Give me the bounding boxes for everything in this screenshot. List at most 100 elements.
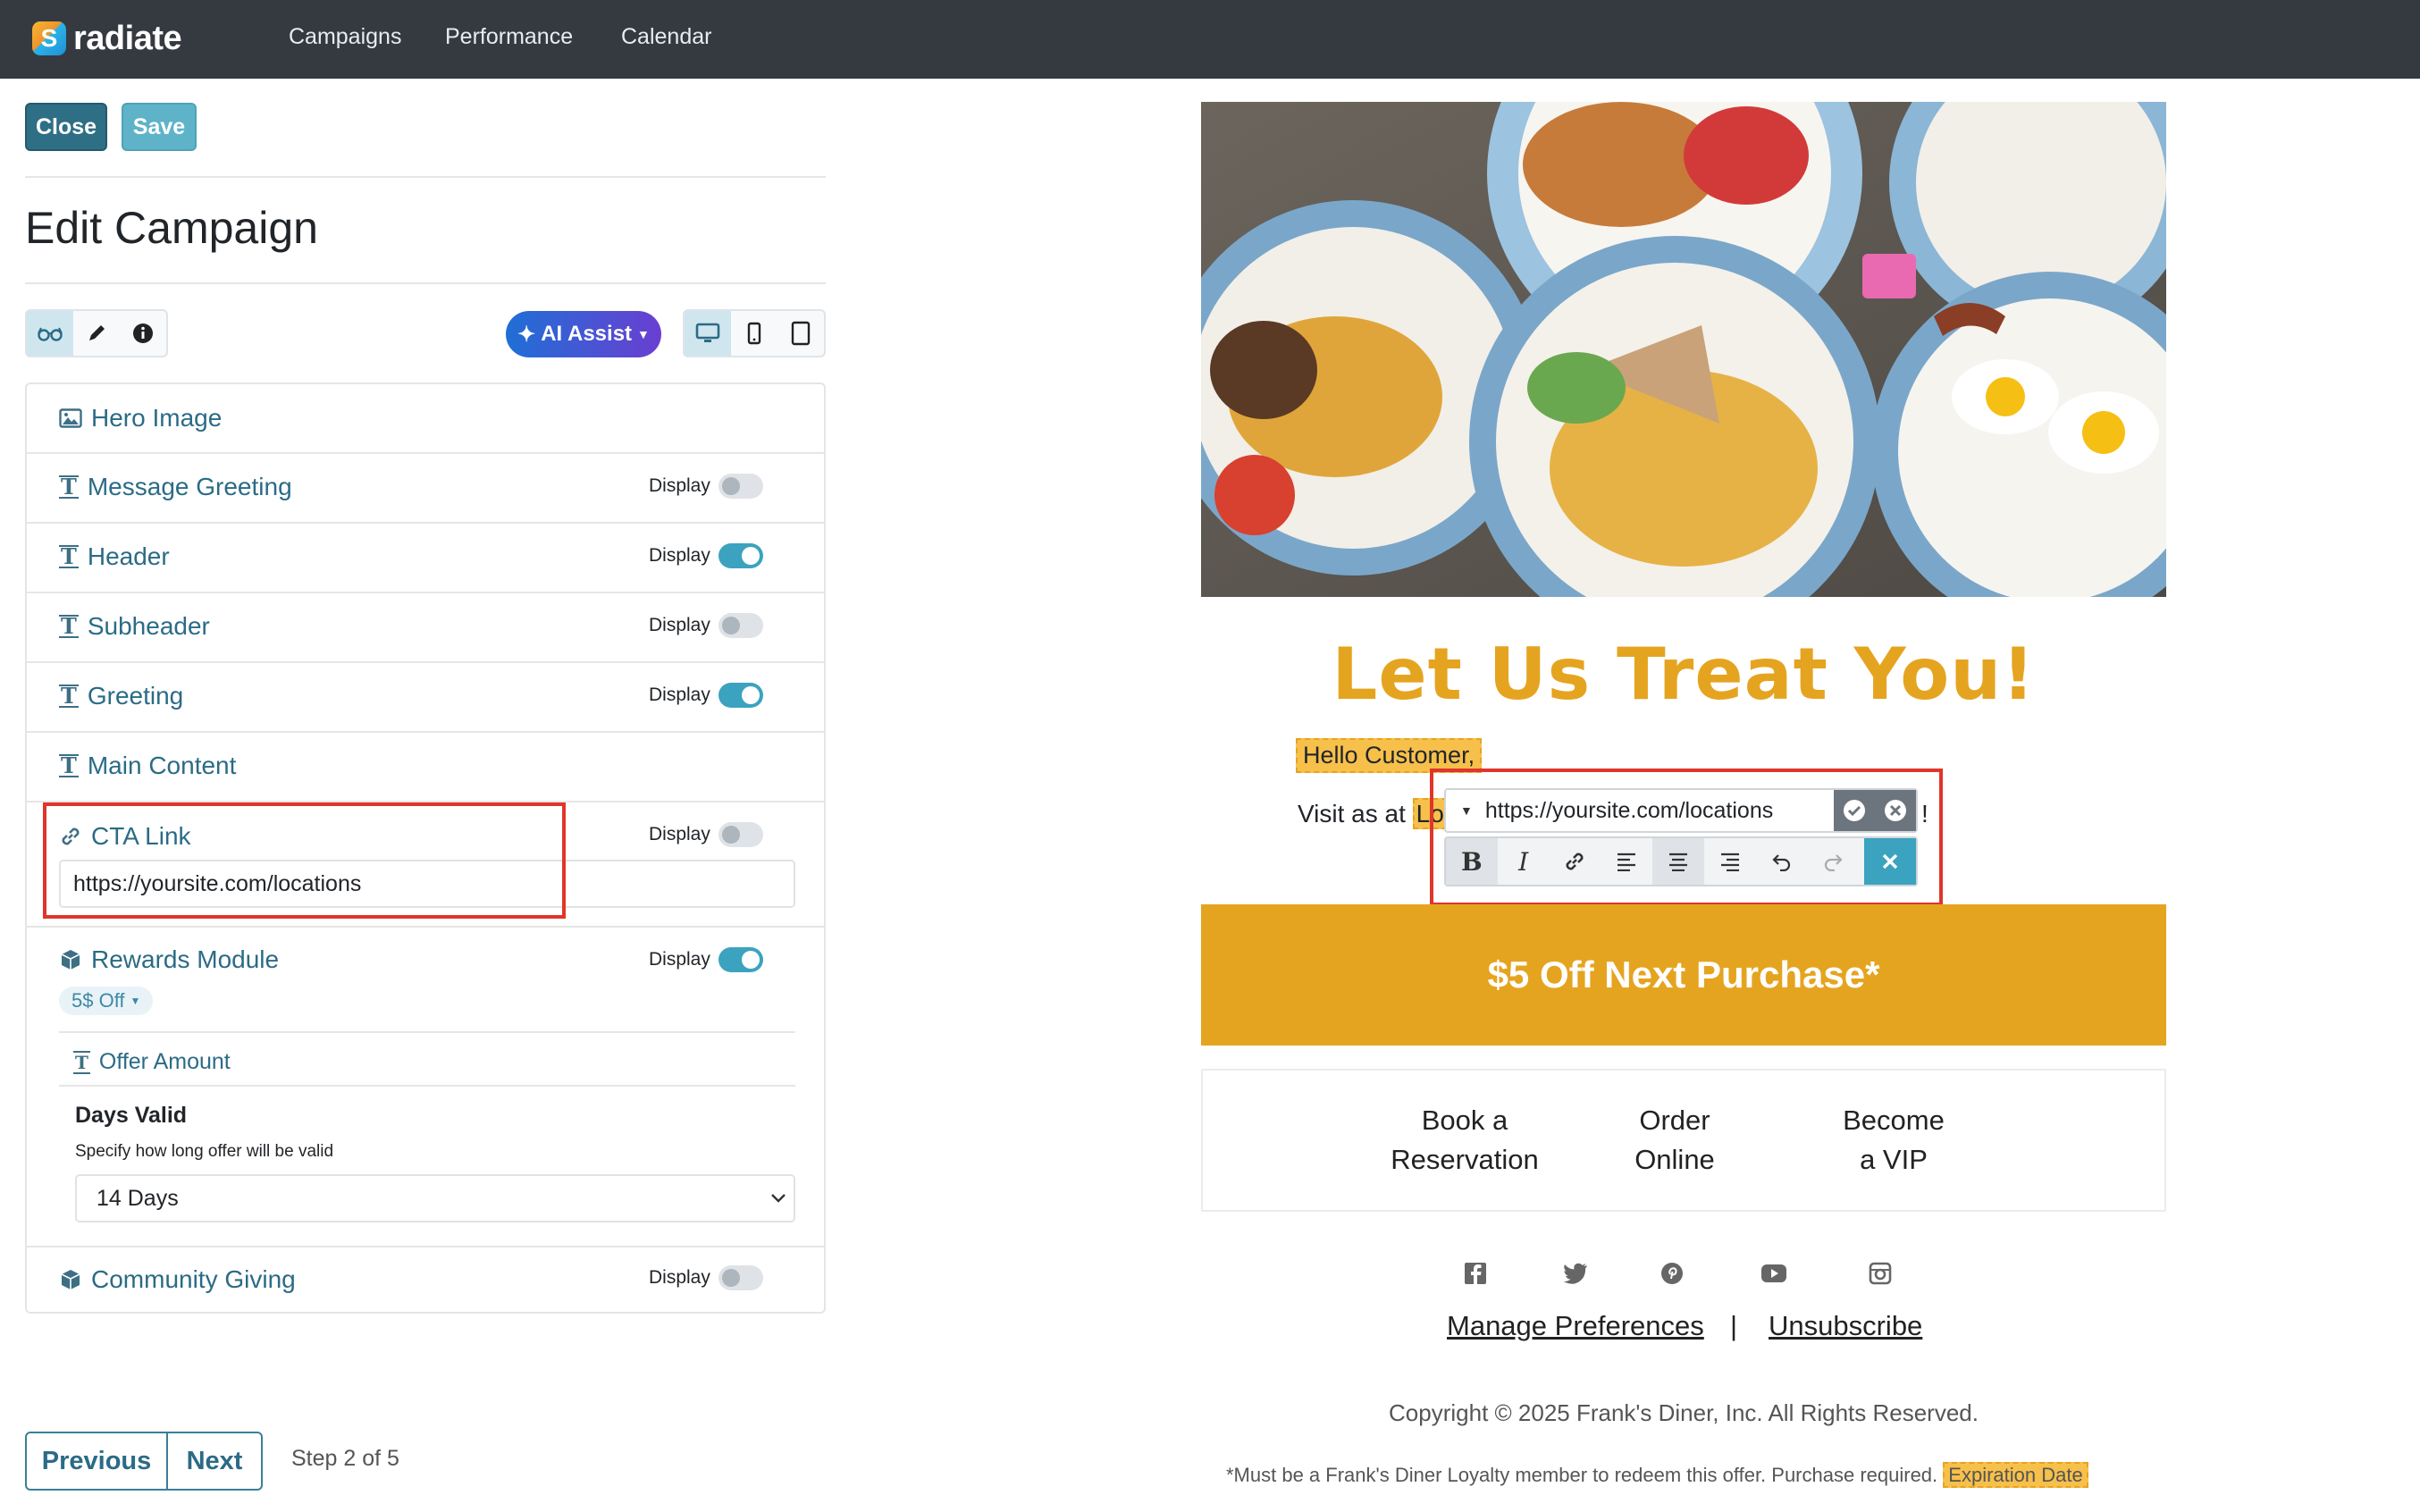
display-label: Display bbox=[649, 824, 710, 844]
brand-name: radiate bbox=[73, 19, 182, 57]
chevron-down-icon bbox=[771, 1194, 786, 1203]
link-line: Become bbox=[1843, 1105, 1945, 1136]
section-greeting[interactable]: T Greeting Display bbox=[27, 663, 824, 733]
expiration-date-token[interactable]: Expiration Date bbox=[1943, 1462, 2088, 1488]
text-icon: T bbox=[59, 543, 79, 569]
radiate-logo-icon: S bbox=[32, 21, 66, 55]
section-hero-image[interactable]: Hero Image bbox=[27, 384, 824, 454]
community-display-toggle[interactable] bbox=[718, 1265, 763, 1290]
section-subheader[interactable]: T Subheader Display bbox=[27, 593, 824, 663]
caret-down-icon: ▼ bbox=[130, 995, 141, 1007]
youtube-icon[interactable] bbox=[1760, 1260, 1787, 1287]
manage-preferences-link[interactable]: Manage Preferences bbox=[1447, 1310, 1704, 1342]
cta-highlight-box bbox=[43, 802, 566, 919]
link-line: a VIP bbox=[1860, 1144, 1928, 1175]
rewards-display-toggle[interactable] bbox=[718, 947, 763, 972]
divider bbox=[25, 282, 826, 284]
email-main-content[interactable]: Visit as at Lo bbox=[1298, 798, 1448, 829]
link-line: Book a bbox=[1421, 1105, 1508, 1136]
order-online-link[interactable]: Order Online bbox=[1576, 1101, 1773, 1180]
visit-text: Visit as at bbox=[1298, 800, 1406, 827]
view-mode-toggle-group bbox=[25, 309, 168, 357]
display-label: Display bbox=[649, 615, 710, 635]
desktop-icon[interactable] bbox=[685, 311, 731, 356]
section-message-greeting[interactable]: T Message Greeting Display bbox=[27, 454, 824, 524]
text-icon: T bbox=[59, 474, 79, 500]
editor-highlight-box bbox=[1430, 769, 1943, 906]
days-valid-value: 14 Days bbox=[97, 1185, 179, 1211]
become-vip-link[interactable]: Become a VIP bbox=[1795, 1101, 1992, 1180]
unsubscribe-link[interactable]: Unsubscribe bbox=[1769, 1310, 1922, 1342]
days-valid-help: Specify how long offer will be valid bbox=[75, 1142, 334, 1161]
display-label: Display bbox=[649, 475, 710, 496]
phone-icon[interactable] bbox=[731, 311, 777, 356]
image-icon bbox=[59, 408, 82, 428]
step-indicator: Step 2 of 5 bbox=[291, 1446, 399, 1471]
section-label: T Subheader bbox=[59, 612, 210, 641]
display-label: Display bbox=[649, 685, 710, 705]
text-icon: T bbox=[59, 752, 79, 778]
rewards-module-label: Rewards Module bbox=[91, 945, 280, 973]
section-label: T Main Content bbox=[59, 752, 236, 780]
offer-amount-item[interactable]: T Offer Amount bbox=[73, 1049, 231, 1075]
link-line: Order bbox=[1639, 1105, 1710, 1136]
info-icon[interactable] bbox=[120, 311, 166, 356]
food-photo bbox=[1201, 102, 2166, 597]
next-button[interactable]: Next bbox=[168, 1433, 261, 1489]
greeting-label: Greeting bbox=[87, 682, 184, 710]
days-valid-title: Days Valid bbox=[75, 1103, 188, 1128]
hero-image[interactable] bbox=[1201, 102, 2166, 597]
page-title: Edit Campaign bbox=[25, 203, 318, 253]
header-display-toggle[interactable] bbox=[718, 543, 763, 568]
disclaimer-text: *Must be a Frank's Diner Loyalty member … bbox=[1226, 1462, 2088, 1488]
days-valid-select[interactable]: 14 Days bbox=[75, 1174, 795, 1222]
display-label: Display bbox=[649, 949, 710, 970]
main-content-label: Main Content bbox=[87, 752, 237, 779]
device-preview-group bbox=[683, 309, 826, 357]
section-main-content[interactable]: T Main Content bbox=[27, 733, 824, 802]
cube-icon bbox=[61, 950, 80, 970]
reward-type-value: 5$ Off bbox=[71, 989, 125, 1012]
nav-performance[interactable]: Performance bbox=[445, 24, 573, 50]
link-line: Reservation bbox=[1391, 1144, 1539, 1175]
facebook-icon[interactable] bbox=[1462, 1260, 1489, 1287]
cta-link-display-toggle[interactable] bbox=[718, 822, 763, 847]
close-button[interactable]: Close bbox=[25, 103, 107, 151]
glasses-icon[interactable] bbox=[27, 311, 73, 356]
display-label: Display bbox=[649, 1267, 710, 1288]
cta-button[interactable]: $5 Off Next Purchase* bbox=[1201, 904, 2166, 1046]
brand-logo[interactable]: S radiate bbox=[32, 18, 182, 59]
twitter-icon[interactable] bbox=[1562, 1260, 1589, 1287]
book-reservation-link[interactable]: Book a Reservation bbox=[1366, 1101, 1563, 1180]
top-navbar: S radiate Campaigns Performance Calendar bbox=[0, 0, 2420, 79]
pencil-icon[interactable] bbox=[73, 311, 120, 356]
message-greeting-display-toggle[interactable] bbox=[718, 474, 763, 499]
instagram-icon[interactable] bbox=[1867, 1260, 1894, 1287]
text-icon: T bbox=[59, 683, 79, 709]
email-header[interactable]: Let Us Treat You! bbox=[1201, 633, 2166, 716]
section-community-giving[interactable]: Community Giving Display bbox=[27, 1247, 824, 1312]
section-rewards-module[interactable]: Rewards Module Display 5$ Off ▼ T Offer … bbox=[27, 928, 824, 1247]
offer-amount-label: Offer Amount bbox=[98, 1049, 231, 1074]
nav-campaigns[interactable]: Campaigns bbox=[289, 24, 401, 50]
reward-type-dropdown[interactable]: 5$ Off ▼ bbox=[59, 987, 154, 1015]
pinterest-icon[interactable] bbox=[1659, 1260, 1685, 1287]
text-icon: T bbox=[73, 1050, 90, 1074]
disclaimer-body: *Must be a Frank's Diner Loyalty member … bbox=[1226, 1464, 1938, 1486]
link-line: Online bbox=[1634, 1144, 1715, 1175]
nav-calendar[interactable]: Calendar bbox=[621, 24, 711, 50]
tablet-icon[interactable] bbox=[777, 311, 824, 356]
header-label: Header bbox=[87, 542, 170, 570]
section-header[interactable]: T Header Display bbox=[27, 524, 824, 593]
footer-separator: | bbox=[1730, 1310, 1738, 1341]
greeting-display-toggle[interactable] bbox=[718, 683, 763, 708]
section-label: T Message Greeting bbox=[59, 473, 292, 501]
ai-assist-button[interactable]: ✦ AI Assist ▼ bbox=[506, 311, 661, 357]
subheader-display-toggle[interactable] bbox=[718, 613, 763, 638]
section-label: T Greeting bbox=[59, 682, 183, 710]
hero-image-label: Hero Image bbox=[91, 404, 223, 432]
previous-button[interactable]: Previous bbox=[27, 1433, 168, 1489]
divider bbox=[59, 1085, 795, 1087]
section-label: Hero Image bbox=[59, 404, 222, 433]
save-button[interactable]: Save bbox=[122, 103, 197, 151]
